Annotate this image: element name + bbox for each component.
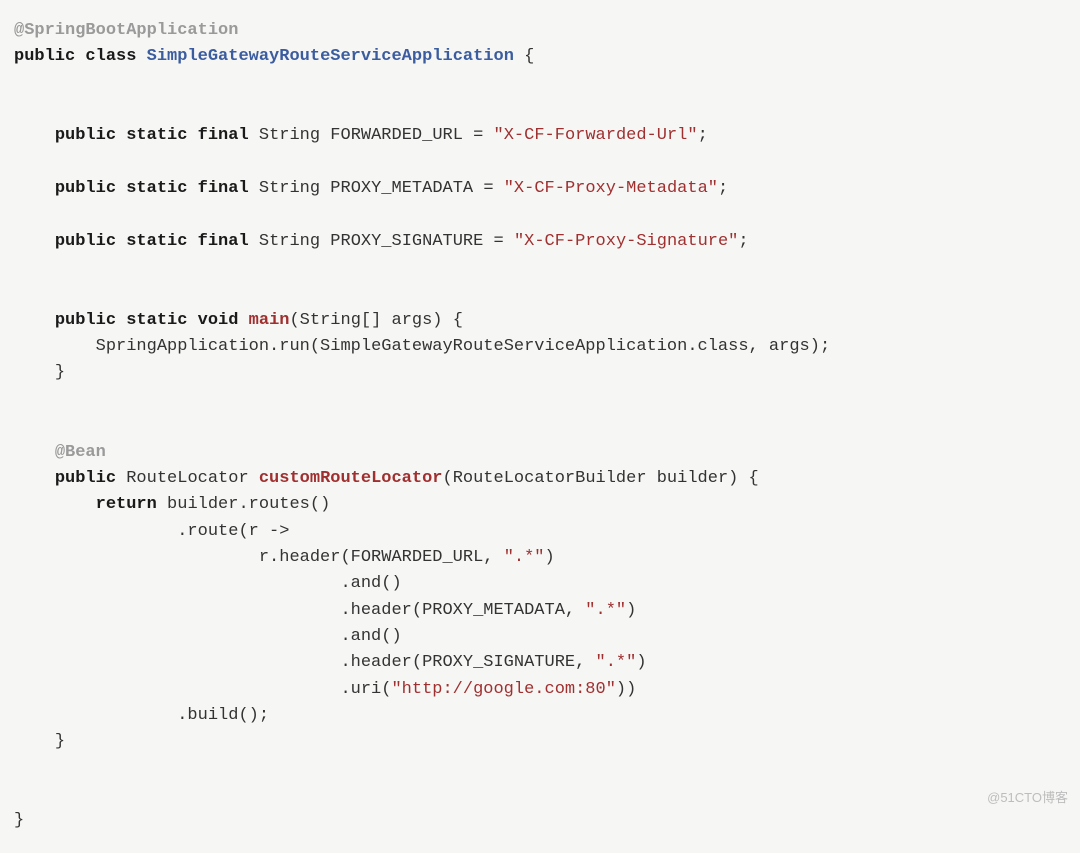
kw-final: final <box>198 179 249 198</box>
and2: .and() <box>340 627 401 646</box>
regex3: ".*" <box>596 653 637 672</box>
code-block: @SpringBootApplication public class Simp… <box>0 0 1080 853</box>
crl-name: customRouteLocator <box>259 469 443 488</box>
kw-static: static <box>126 179 187 198</box>
eq: = <box>463 126 494 145</box>
field2: PROXY_METADATA <box>330 179 473 198</box>
eq: = <box>473 179 504 198</box>
main-method: main <box>249 311 290 330</box>
route-open: .route(r -> <box>177 522 289 541</box>
watermark: @51CTO博客 <box>987 788 1068 808</box>
open-brace: { <box>524 47 534 66</box>
type-string: String <box>259 126 320 145</box>
kw-public: public <box>55 179 116 198</box>
class-name: SimpleGatewayRouteServiceApplication <box>147 47 514 66</box>
close-brace-outer: } <box>14 811 24 830</box>
header2: .header(PROXY_METADATA, <box>340 601 585 620</box>
kw-final: final <box>198 126 249 145</box>
close-brace: } <box>55 732 65 751</box>
pc2: ) <box>626 601 636 620</box>
header3: .header(PROXY_SIGNATURE, <box>340 653 595 672</box>
annotation-springboot: @SpringBootApplication <box>14 21 238 40</box>
regex1: ".*" <box>504 548 545 567</box>
field3: PROXY_SIGNATURE <box>330 232 483 251</box>
uri-val: "http://google.com:80" <box>391 680 615 699</box>
build: .build(); <box>177 706 269 725</box>
kw-final: final <box>198 232 249 251</box>
kw-static: static <box>126 311 187 330</box>
annotation-bean: @Bean <box>55 443 106 462</box>
kw-class: class <box>85 47 136 66</box>
kw-static: static <box>126 126 187 145</box>
kw-public: public <box>55 469 116 488</box>
kw-return: return <box>96 495 157 514</box>
pc1: ) <box>545 548 555 567</box>
uri-call: .uri( <box>340 680 391 699</box>
kw-public: public <box>55 311 116 330</box>
semi: ; <box>698 126 708 145</box>
type-string: String <box>259 232 320 251</box>
type-string: String <box>259 179 320 198</box>
and1: .and() <box>340 574 401 593</box>
close-paren2: )) <box>616 680 636 699</box>
val2: "X-CF-Proxy-Metadata" <box>504 179 718 198</box>
kw-public: public <box>55 232 116 251</box>
crl-return-type: RouteLocator <box>126 469 248 488</box>
semi: ; <box>718 179 728 198</box>
routes: builder.routes() <box>167 495 330 514</box>
close-brace: } <box>55 363 65 382</box>
main-body: SpringApplication.run(SimpleGatewayRoute… <box>96 337 831 356</box>
kw-public: public <box>14 47 75 66</box>
semi: ; <box>738 232 748 251</box>
pc3: ) <box>636 653 646 672</box>
val1: "X-CF-Forwarded-Url" <box>494 126 698 145</box>
val3: "X-CF-Proxy-Signature" <box>514 232 738 251</box>
regex2: ".*" <box>585 601 626 620</box>
eq: = <box>483 232 514 251</box>
kw-static: static <box>126 232 187 251</box>
header1: r.header(FORWARDED_URL, <box>259 548 504 567</box>
crl-params: (RouteLocatorBuilder builder) { <box>443 469 759 488</box>
main-params: (String[] args) { <box>289 311 462 330</box>
kw-void: void <box>198 311 239 330</box>
kw-public: public <box>55 126 116 145</box>
field1: FORWARDED_URL <box>330 126 463 145</box>
